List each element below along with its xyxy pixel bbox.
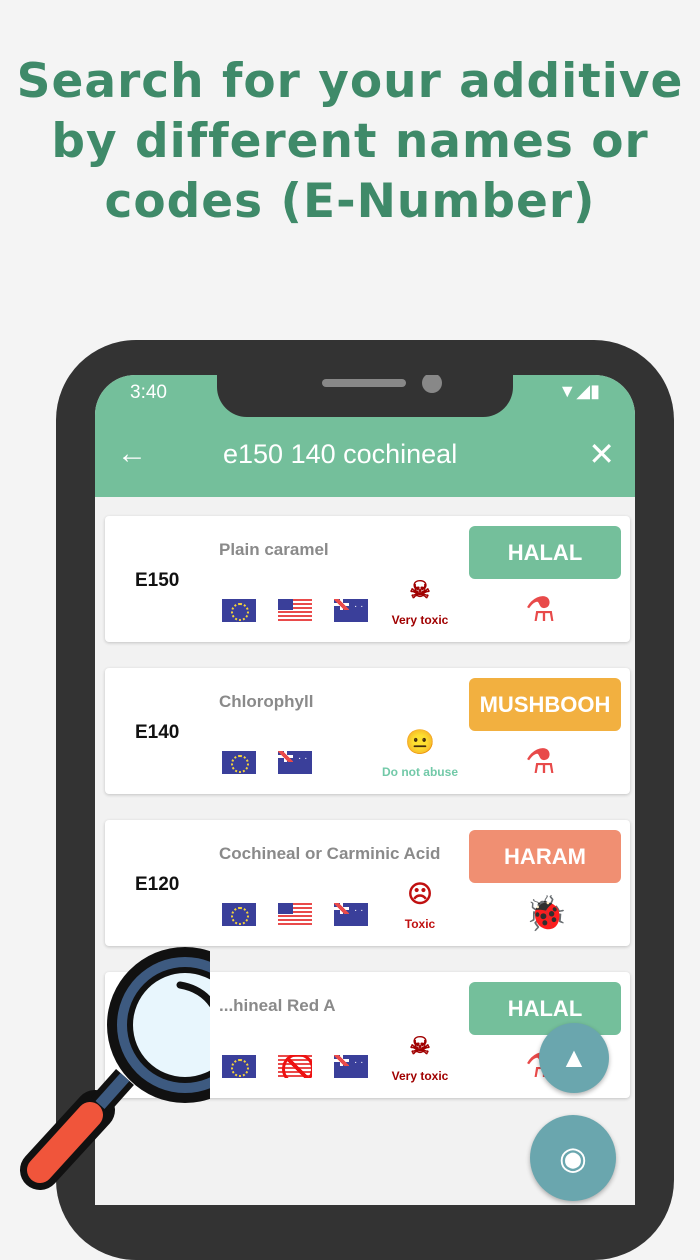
magnifier-illustration — [20, 947, 210, 1190]
sad-face-icon: ☹ — [407, 881, 433, 908]
skull-icon: ☠ — [409, 1033, 431, 1060]
flag-au-icon — [278, 751, 312, 774]
toxicity: 😐 Do not abuse — [375, 728, 465, 779]
search-input[interactable]: e150 140 cochineal — [223, 439, 457, 470]
status-badge: HALAL — [469, 526, 621, 579]
toxicity: ☠ Very toxic — [375, 576, 465, 627]
flag-eu-icon — [222, 903, 256, 926]
app-bar: 3:40 ▼◢▮ ← e150 140 cochineal ✕ — [95, 375, 635, 497]
flask-icon: ⚗ — [525, 591, 556, 629]
back-arrow-icon[interactable]: ← — [117, 437, 147, 471]
status-time: 3:40 — [130, 382, 167, 403]
toxicity: ☠ Very toxic — [375, 1032, 465, 1083]
additive-name: Cochineal or Carminic Acid — [219, 844, 441, 863]
additive-name: ...hineal Red A — [219, 996, 336, 1015]
toxicity-label: Very toxic — [391, 613, 449, 627]
flag-au-icon — [334, 903, 368, 926]
result-card[interactable]: E150 Plain caramel ☠ Very toxic HALAL ⚗ — [105, 516, 630, 642]
result-card[interactable]: E120 Cochineal or Carminic Acid ☹ Toxic H… — [105, 820, 630, 946]
camera-button[interactable]: ◉ — [530, 1115, 616, 1201]
approval-flags — [222, 599, 368, 622]
neutral-face-icon: 😐 — [405, 729, 435, 756]
notch — [217, 375, 513, 417]
approval-flags — [222, 751, 312, 774]
status-badge: HALAL — [469, 982, 621, 1035]
flag-au-icon — [334, 599, 368, 622]
additive-name: Chlorophyll — [219, 692, 314, 711]
flag-au-icon — [334, 1055, 368, 1078]
flag-eu-icon — [222, 1055, 256, 1078]
e-number: E150 — [135, 570, 180, 591]
gallery-button[interactable]: ▲ — [539, 1023, 609, 1093]
toxicity: ☹ Toxic — [375, 880, 465, 931]
flag-eu-icon — [222, 599, 256, 622]
ladybug-icon: 🐞 — [525, 895, 568, 933]
flag-us-banned-icon — [278, 1055, 312, 1078]
toxicity-label: Do not abuse — [381, 765, 458, 779]
toxicity-label: Very toxic — [391, 1069, 449, 1083]
flag-eu-icon — [222, 751, 256, 774]
approval-flags — [222, 903, 368, 926]
status-badge: MUSHBOOH — [469, 678, 621, 731]
flag-us-icon — [278, 599, 312, 622]
e-number: E140 — [135, 722, 180, 743]
result-card[interactable]: E140 Chlorophyll 😐Do not abuse MUSHBOOH … — [105, 668, 630, 794]
e-number: E120 — [135, 874, 180, 895]
flag-us-icon — [278, 903, 312, 926]
flask-icon: ⚗ — [525, 743, 556, 781]
headline: Search for your additive by different na… — [16, 54, 684, 229]
approval-flags — [222, 1055, 368, 1078]
toxicity-label: Toxic — [404, 917, 436, 931]
skull-icon: ☠ — [409, 577, 431, 604]
status-icons: ▼◢▮ — [558, 381, 600, 401]
additive-name: Plain caramel — [219, 540, 329, 559]
status-badge: HARAM — [469, 830, 621, 883]
close-icon[interactable]: ✕ — [588, 435, 615, 473]
